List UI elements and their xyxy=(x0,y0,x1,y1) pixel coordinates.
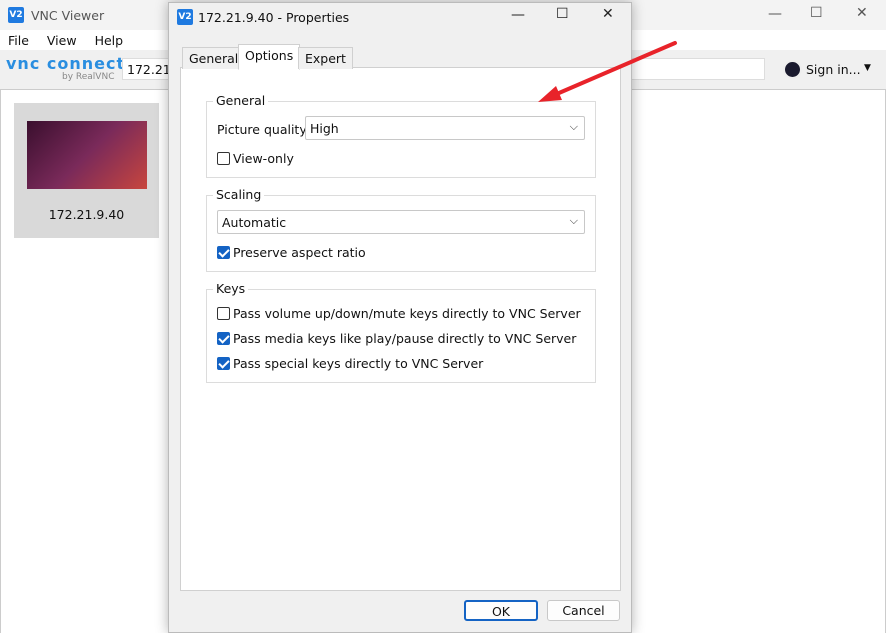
arrow-head xyxy=(538,86,562,102)
arrow-line xyxy=(550,41,677,98)
annotation-arrow xyxy=(538,41,677,102)
